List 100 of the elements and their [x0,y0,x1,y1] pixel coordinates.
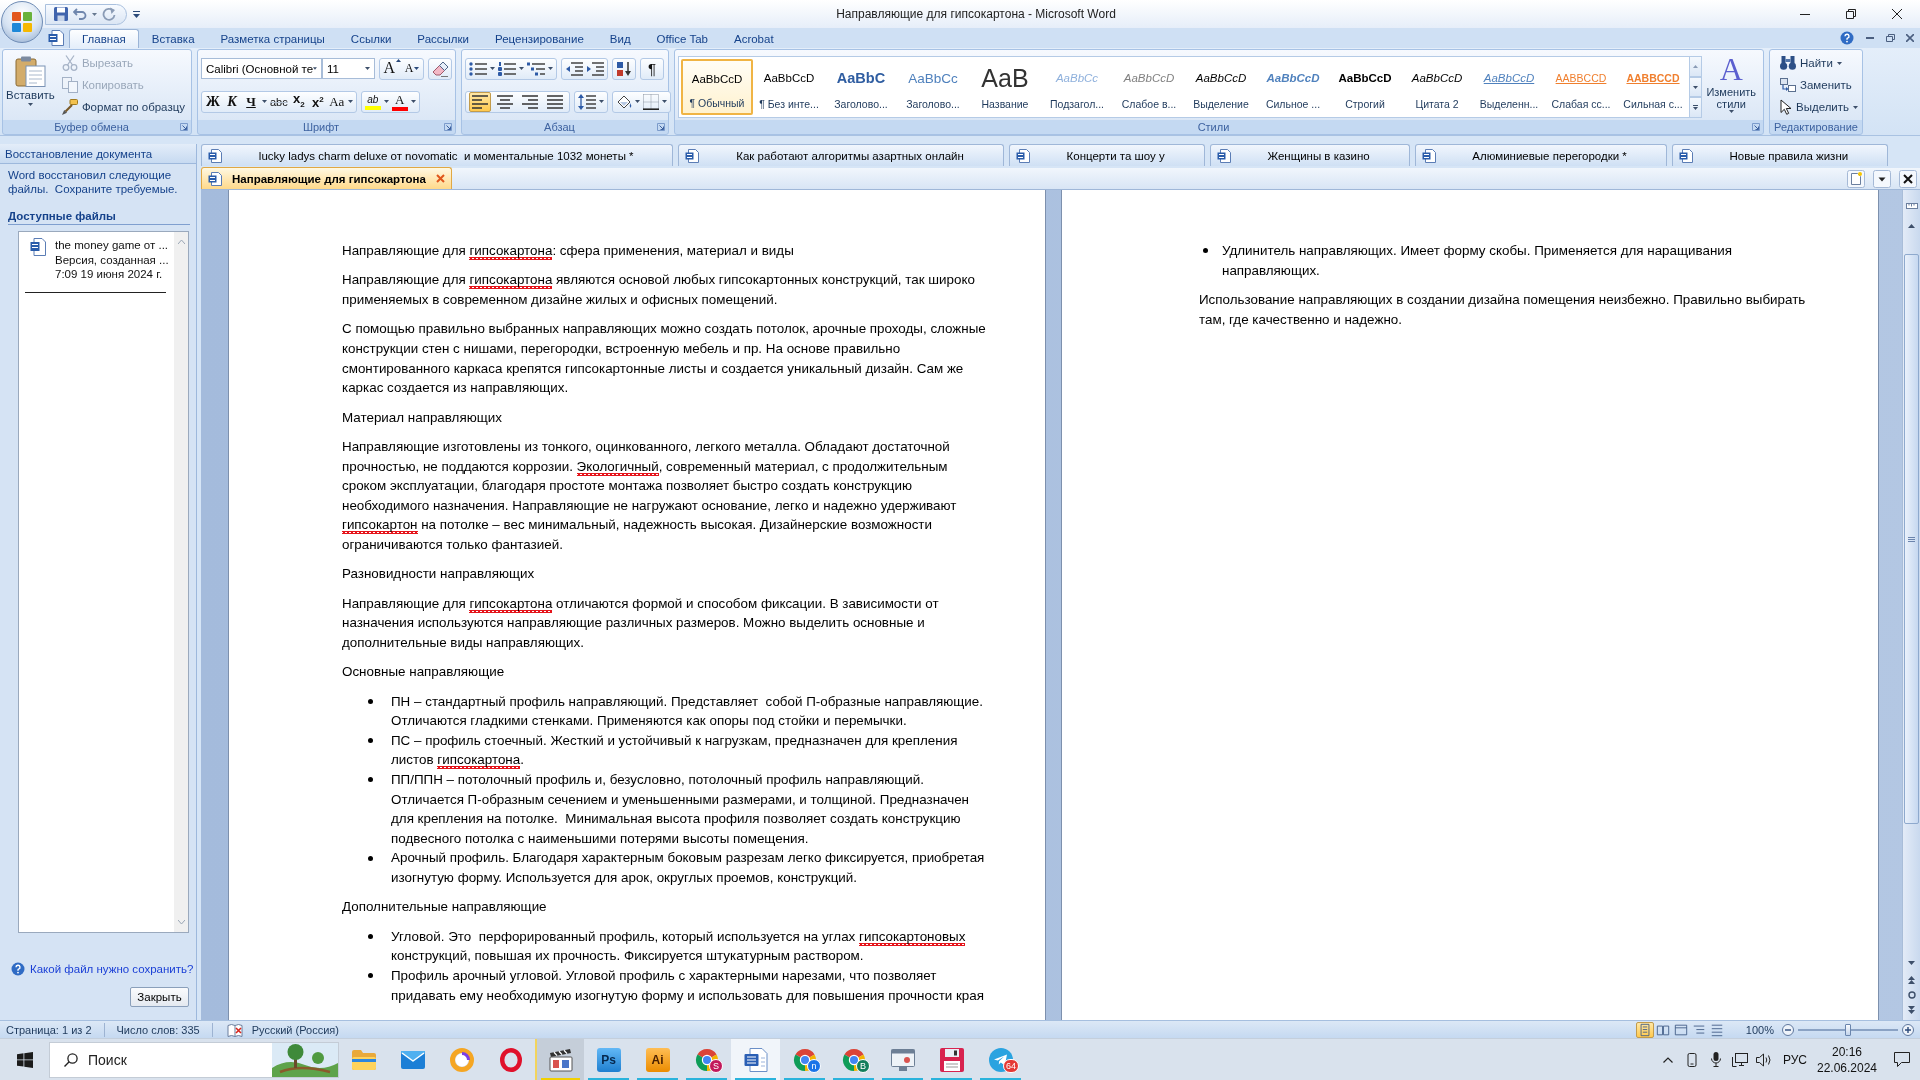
help-link[interactable]: Какой файл нужно сохранить? [30,963,194,975]
change-case-button[interactable]: Aa [328,91,345,112]
document-tab[interactable]: Концерти та шоу у [1008,144,1205,166]
shrink-font-button[interactable]: A [404,58,420,79]
redo-icon[interactable] [102,7,116,21]
taskbar-button[interactable] [731,1039,780,1080]
style-item[interactable]: AaBbCcD ¶ Без инте... [753,59,825,115]
numbered-list-icon[interactable] [498,61,516,76]
caret-icon[interactable] [490,67,495,70]
language-indicator[interactable]: Русский (Россия) [251,1023,339,1036]
style-item[interactable]: AaBbC Заголово... [825,59,897,115]
slider-thumb[interactable] [1845,1023,1851,1036]
format-painter-button[interactable]: Формат по образцу [58,96,188,118]
font-color-button[interactable]: A [391,91,408,112]
style-item[interactable]: AaBbCc Заголово... [897,59,969,115]
caret-icon[interactable] [410,100,416,103]
new-document-icon[interactable] [1847,169,1865,188]
caret-icon[interactable] [662,100,667,103]
style-item[interactable]: AaBbCcD Выделенн... [1473,59,1545,115]
minimize-icon[interactable] [1800,13,1810,15]
page-indicator[interactable]: Страница: 1 из 2 [6,1023,92,1036]
line-spacing-icon[interactable] [578,93,596,110]
customize-toolbar-icon[interactable] [133,10,140,18]
ribbon-tab[interactable]: Вставка [138,29,208,48]
document-tab[interactable]: Как работают алгоритмы азартных онлайн [678,144,1004,166]
help-icon[interactable] [1840,31,1854,45]
caret-icon[interactable] [383,100,389,103]
ribbon-tab[interactable]: Вид [596,29,644,48]
clock-date[interactable]: 22.06.2024 [1816,1059,1878,1076]
dialog-launcher-icon[interactable] [444,123,452,131]
gallery-more-button[interactable] [1690,97,1703,118]
zoom-level[interactable]: 100% [1745,1023,1774,1036]
taskbar-button[interactable]: S [682,1039,731,1080]
previous-page-icon[interactable] [1908,976,1915,984]
close-button[interactable]: Закрыть [130,987,189,1007]
taskbar-button[interactable]: n [780,1039,829,1080]
style-item[interactable]: AaBbCcD Строгий [1329,59,1401,115]
underline-button[interactable]: Ч [243,91,259,112]
caret-icon[interactable] [262,100,267,103]
replace-button[interactable]: Заменить [1777,74,1862,96]
restore-icon[interactable] [1846,9,1856,19]
document-icon[interactable] [48,30,64,46]
bold-button[interactable]: Ж [205,91,221,112]
caret-icon[interactable] [92,12,97,16]
document-tab[interactable]: lucky ladys charm deluxe от novomatic и моментальные 1032 монеты * [201,144,674,166]
caret-icon[interactable] [347,100,353,103]
style-item[interactable]: AaBbCcD Цитата 2 [1401,59,1473,115]
superscript-button[interactable]: x$^{2}$ [309,91,326,112]
borders-icon[interactable] [643,93,659,110]
dialog-launcher-icon[interactable] [657,123,665,131]
caret-icon[interactable] [635,100,640,103]
taskbar-button[interactable]: Ai [633,1039,682,1080]
caret-icon[interactable] [1873,169,1891,188]
caret-icon[interactable] [365,67,371,70]
find-button[interactable]: Найти [1777,52,1862,74]
taskbar-button[interactable] [535,1039,584,1080]
next-page-icon[interactable] [1908,1006,1915,1014]
network-icon[interactable] [1732,1052,1748,1067]
style-item[interactable]: AABBCCD Сильная с... [1617,59,1689,115]
file-name[interactable]: the money game от ... [55,238,169,253]
scroll-up-icon[interactable] [1908,224,1915,228]
word-count[interactable]: Число слов: 335 [116,1023,200,1036]
ribbon-tab[interactable]: Рецензирование [482,29,597,48]
ribbon-tab[interactable]: Рассылки [404,29,482,48]
windows-logo-icon[interactable] [16,1051,33,1068]
style-item[interactable]: AaBbCcD Выделение [1185,59,1257,115]
taskbar-button[interactable]: B [829,1039,878,1080]
select-button[interactable]: Выделить [1777,96,1862,118]
zoom-in-icon[interactable] [1902,1023,1914,1036]
document-tab[interactable]: Направляющие для гипсокартона [201,167,452,189]
caret-icon[interactable] [548,67,553,70]
style-item[interactable]: AaBbCcD Сильное ... [1257,59,1329,115]
bullet-list-icon[interactable] [469,61,487,76]
italic-button[interactable]: К [224,91,240,112]
ruler-icon[interactable] [1905,200,1918,212]
style-item[interactable]: AABBCCD Слабая сс... [1545,59,1617,115]
style-item[interactable]: AaBbCcD ¶ Обычный [681,59,753,115]
undo-icon[interactable] [73,8,87,20]
scroll-down-icon[interactable] [1908,961,1915,965]
decrease-indent-icon[interactable] [565,61,583,76]
save-icon[interactable] [54,7,68,21]
phone-icon[interactable] [1686,1052,1698,1067]
page-layout-button[interactable] [1635,1021,1654,1038]
document-tab[interactable]: Новые правила жизни [1671,144,1888,166]
speaker-icon[interactable] [1756,1052,1772,1067]
spelling-check-icon[interactable] [226,1022,243,1037]
font-size-field[interactable]: 11 [322,58,376,79]
paste-button[interactable]: Вставить [6,52,55,118]
style-item[interactable]: AaBbCc Подзагол... [1041,59,1113,115]
style-item[interactable]: AaB Название [969,59,1041,115]
input-language[interactable]: РУС [1778,1052,1812,1067]
paint-bucket-icon[interactable] [616,93,632,110]
caret-icon[interactable] [599,100,604,103]
ribbon-tab[interactable]: Главная [69,29,139,48]
help-icon[interactable] [11,962,25,976]
close-icon[interactable] [1899,169,1917,188]
caret-icon[interactable] [519,67,524,70]
ribbon-tab[interactable]: Разметка страницы [207,29,338,48]
taskbar-button[interactable]: Ps [584,1039,633,1080]
caret-icon[interactable] [27,103,33,106]
